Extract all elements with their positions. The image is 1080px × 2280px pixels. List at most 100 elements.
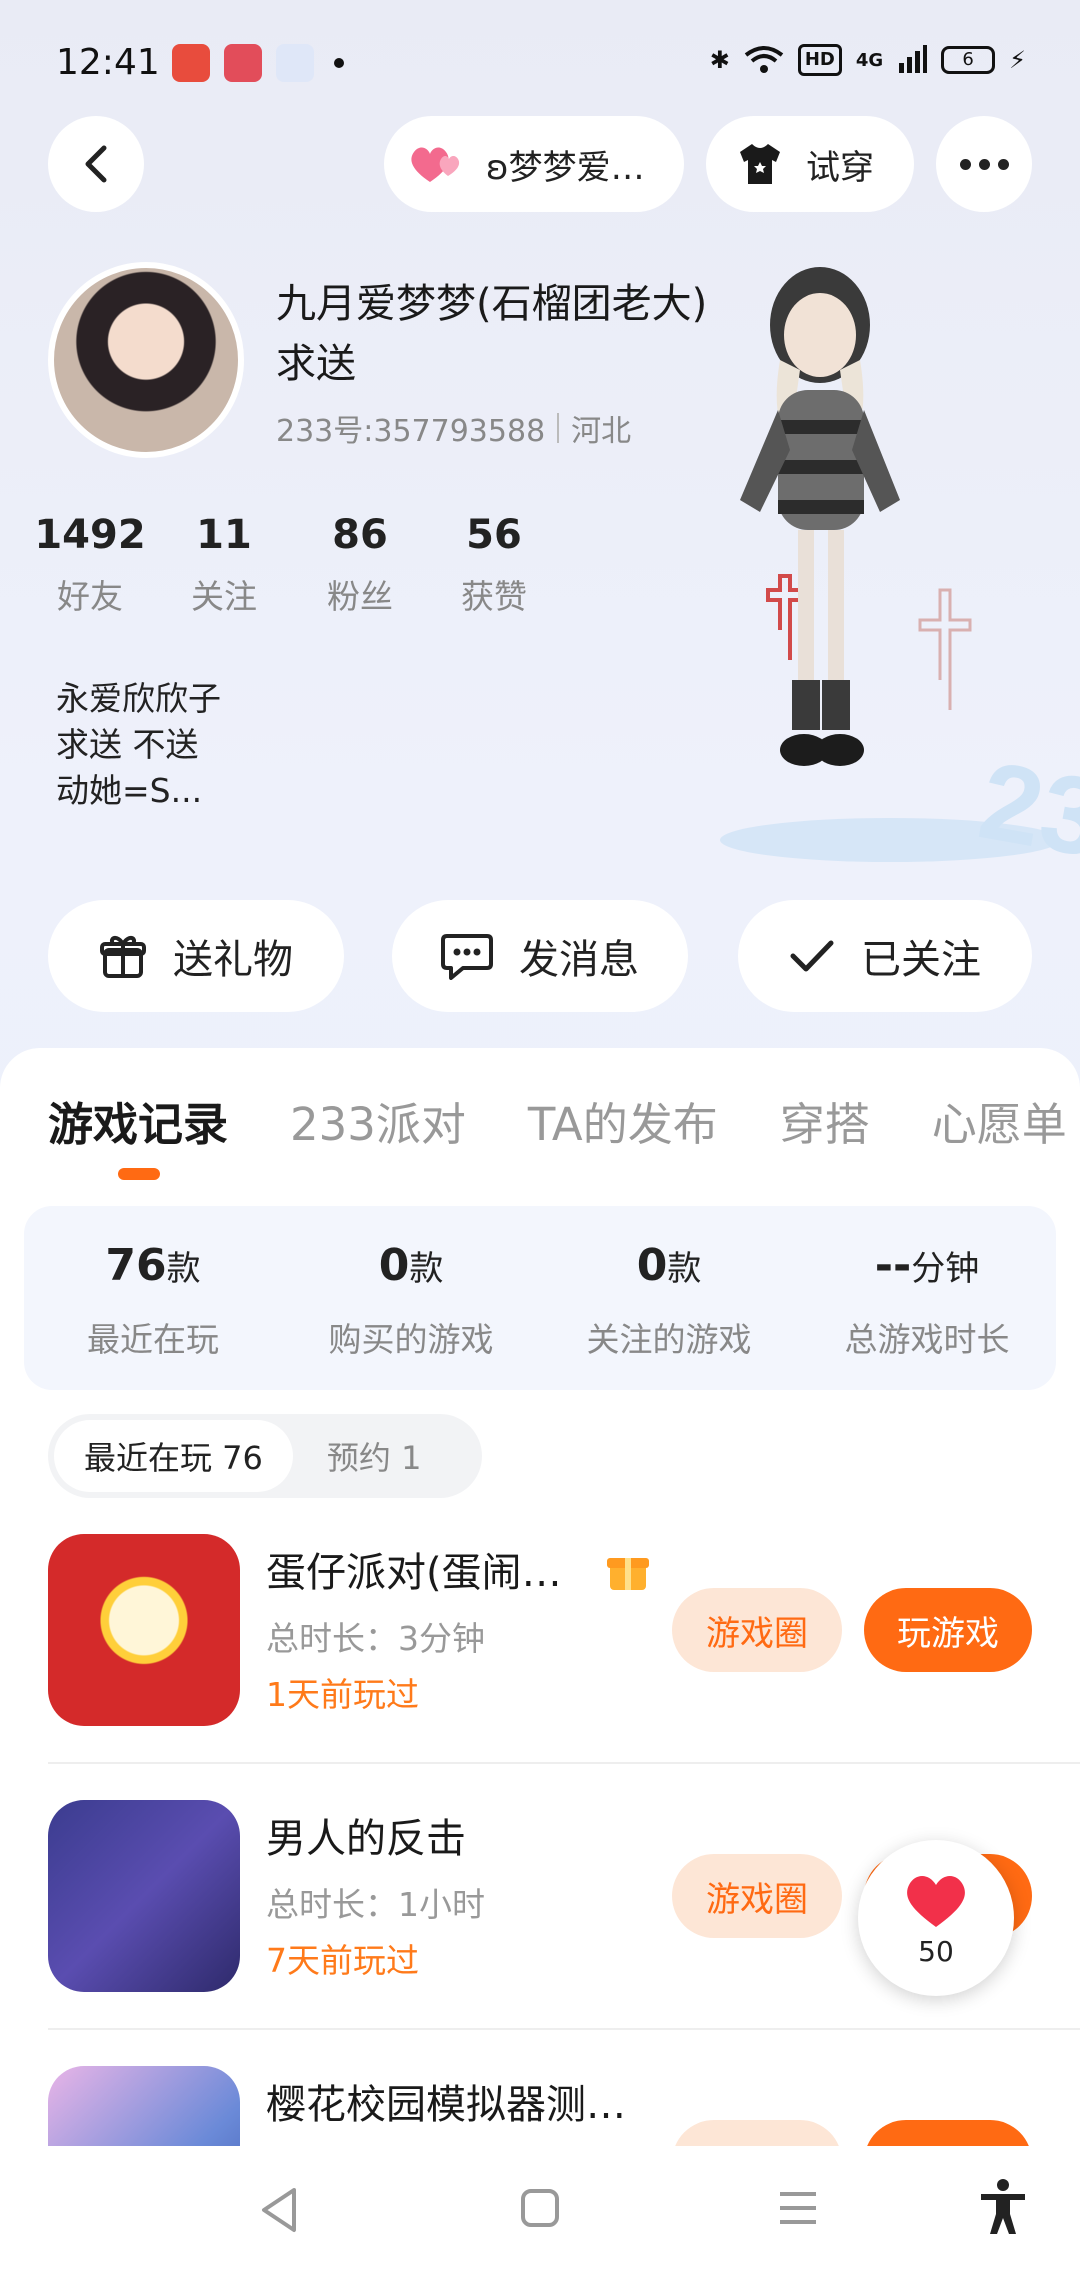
svg-text:233: 233 <box>971 739 1080 890</box>
try-on-label: 试穿 <box>806 147 874 188</box>
more-dot-icon <box>978 158 990 170</box>
wifi-icon <box>744 46 784 73</box>
stat-following[interactable]: 11 关注 <box>164 512 284 618</box>
profile-nickname: 九月爱梦梦(石榴团老大)求送 <box>276 281 708 387</box>
stat-label: 关注 <box>191 577 257 616</box>
active-tab-indicator <box>118 1168 160 1180</box>
profile-uid: 233号:357793588 <box>276 414 546 449</box>
stat-value: 56 <box>466 512 522 558</box>
divider <box>557 413 560 443</box>
game-name: 蛋仔派对(蛋闹… <box>266 1550 562 1596</box>
avatar[interactable] <box>48 262 244 458</box>
tab-posts[interactable]: TA的发布 <box>528 1088 718 1153</box>
gift-icon <box>100 936 146 978</box>
followed-button[interactable]: 已关注 <box>738 900 1032 1012</box>
profile-bio: 永爱欣欣子 求送 不送 动她=S... <box>56 679 221 810</box>
summary-label: 购买的游戏 <box>328 1320 494 1359</box>
summary-followed-games[interactable]: 0款 关注的游戏 <box>540 1206 798 1390</box>
summary-unit: 分钟 <box>911 1249 980 1289</box>
segment-recent-playing[interactable]: 最近在玩 76 <box>54 1420 293 1492</box>
stat-label: 获赞 <box>461 577 527 616</box>
status-notification-icons <box>172 44 344 82</box>
signal-label: 4G <box>855 49 884 71</box>
bluetooth-icon: ✱ <box>709 46 730 74</box>
summary-label: 总游戏时长 <box>844 1320 1010 1359</box>
summary-label: 关注的游戏 <box>586 1320 752 1359</box>
summary-unit: 款 <box>409 1249 444 1289</box>
divider <box>48 2028 1080 2030</box>
chevron-left-icon <box>85 145 107 183</box>
summary-number: 0 <box>378 1240 410 1291</box>
summary-unit: 款 <box>166 1249 201 1289</box>
game-row[interactable]: 蛋仔派对(蛋闹… 总时长：3分钟 1天前玩过 游戏圈 玩游戏 <box>48 1534 1080 1726</box>
summary-value: 0款 <box>282 1240 540 1291</box>
game-icon[interactable] <box>48 2066 240 2146</box>
summary-total-time[interactable]: --分钟 总游戏时长 <box>798 1206 1056 1390</box>
app-notification-icon <box>172 44 210 82</box>
play-game-button[interactable] <box>864 2120 1032 2146</box>
summary-recent-playing[interactable]: 76款 最近在玩 <box>24 1206 282 1390</box>
baidu-paw-icon <box>276 44 314 82</box>
character-3d-avatar[interactable]: 233 <box>700 250 1080 890</box>
game-icon[interactable] <box>48 1800 240 1992</box>
game-row[interactable]: 樱花校园模拟器测… <box>48 2066 1080 2146</box>
stat-value: 1492 <box>34 512 146 558</box>
more-options-button[interactable] <box>936 116 1032 212</box>
send-message-button[interactable]: 发消息 <box>392 900 688 1012</box>
summary-value: 0款 <box>540 1240 798 1291</box>
segment-reserved[interactable]: 预约 1 <box>293 1433 456 1479</box>
send-message-label: 发消息 <box>519 937 639 983</box>
floating-like-button[interactable]: 50 <box>858 1840 1014 1996</box>
summary-value: 76款 <box>24 1240 282 1291</box>
checkmark-icon <box>790 940 834 972</box>
try-on-button[interactable]: 试穿 <box>706 116 914 212</box>
play-game-button[interactable]: 玩游戏 <box>864 1588 1032 1672</box>
stat-friends[interactable]: 1492 好友 <box>30 512 150 618</box>
profile-tabs: 游戏记录 233派对 TA的发布 穿搭 心愿单 <box>48 1088 1067 1153</box>
stat-likes[interactable]: 56 获赞 <box>434 512 554 618</box>
divider <box>48 1762 1080 1764</box>
charging-icon: ⚡ <box>1009 46 1026 74</box>
stat-value: 86 <box>332 512 388 558</box>
summary-purchased[interactable]: 0款 购买的游戏 <box>282 1206 540 1390</box>
game-icon[interactable] <box>48 1534 240 1726</box>
baidu-notification-icon <box>224 44 262 82</box>
game-duration: 总时长：3分钟 <box>266 1619 485 1658</box>
more-dot-icon <box>959 158 971 170</box>
stat-label: 粉丝 <box>327 577 393 616</box>
stat-fans[interactable]: 86 粉丝 <box>300 512 420 618</box>
like-pill-label: ʚ梦梦爱… <box>486 147 645 188</box>
stat-value: 11 <box>196 512 252 558</box>
summary-number: 0 <box>636 1240 668 1291</box>
tab-233-party[interactable]: 233派对 <box>290 1088 466 1153</box>
game-circle-button[interactable]: 游戏圈 <box>672 1854 842 1938</box>
nav-menu-icon[interactable] <box>778 2190 818 2226</box>
stat-label: 好友 <box>57 577 123 616</box>
game-circle-button[interactable] <box>672 2120 842 2146</box>
back-button[interactable] <box>48 116 144 212</box>
nav-home-icon[interactable] <box>520 2188 560 2228</box>
tab-wishlist[interactable]: 心愿单 <box>932 1088 1067 1153</box>
chat-bubble-icon <box>441 934 493 980</box>
game-duration: 总时长：1小时 <box>266 1885 485 1924</box>
gift-badge-icon <box>607 1558 649 1590</box>
send-gift-button[interactable]: 送礼物 <box>48 900 344 1012</box>
accessibility-icon[interactable] <box>978 2178 1028 2236</box>
like-count: 50 <box>918 1934 954 1968</box>
game-circle-button[interactable]: 游戏圈 <box>672 1588 842 1672</box>
like-pill-button[interactable]: ʚ梦梦爱… <box>384 116 684 212</box>
summary-number: 76 <box>105 1240 167 1291</box>
tab-outfits[interactable]: 穿搭 <box>780 1088 870 1153</box>
game-summary-card: 76款 最近在玩 0款 购买的游戏 0款 关注的游戏 --分钟 总游戏时长 <box>24 1206 1056 1390</box>
tab-game-records[interactable]: 游戏记录 <box>48 1088 228 1153</box>
more-notifications-icon <box>334 58 344 68</box>
summary-number: -- <box>874 1240 912 1291</box>
heart-icon <box>907 1875 965 1927</box>
more-dot-icon <box>997 158 1009 170</box>
followed-label: 已关注 <box>861 937 981 983</box>
game-last-played: 7天前玩过 <box>266 1941 419 1980</box>
send-gift-label: 送礼物 <box>173 937 293 983</box>
nav-back-icon[interactable] <box>258 2186 300 2234</box>
summary-label: 最近在玩 <box>87 1320 219 1359</box>
profile-id-line: 233号:357793588 河北 <box>276 406 631 450</box>
